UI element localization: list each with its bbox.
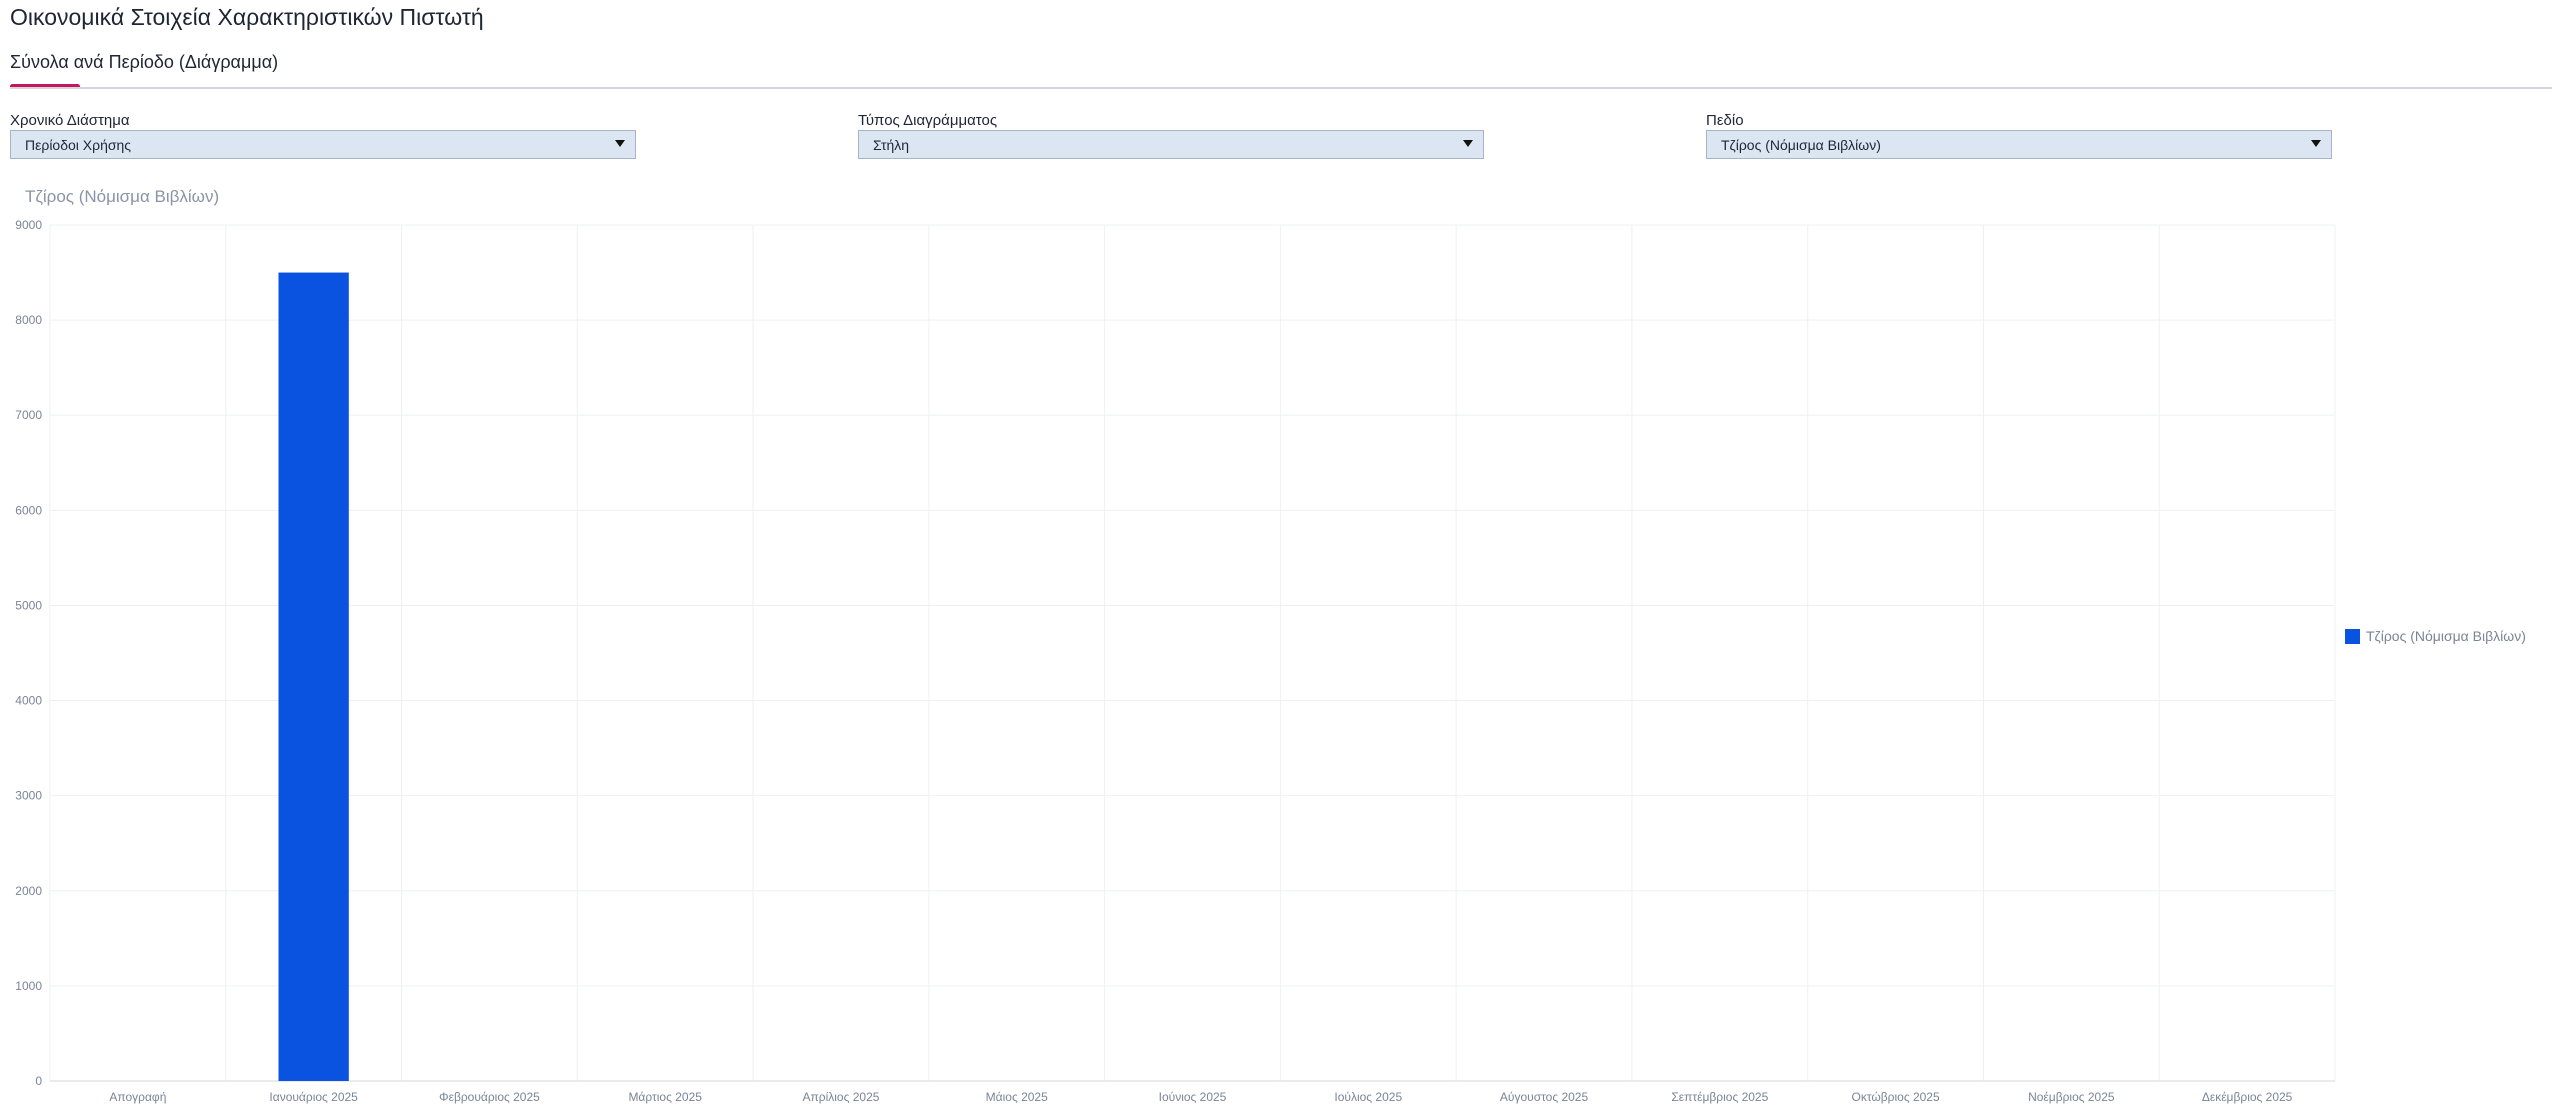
- chart-type-label: Τύπος Διαγράμματος: [858, 112, 998, 129]
- period-select-value: Περίοδοι Χρήσης: [25, 136, 132, 153]
- chart-legend: Τζίρος (Νόμισμα Βιβλίων): [2345, 628, 2526, 644]
- page-title: Οικονομικά Στοιχεία Χαρακτηριστικών Πιστ…: [10, 4, 484, 30]
- y-tick-label: 5000: [15, 598, 42, 612]
- y-tick-label: 7000: [15, 408, 42, 422]
- caret-down-icon: [1463, 140, 1473, 147]
- caret-down-icon: [615, 140, 625, 147]
- y-tick-label: 0: [35, 1074, 42, 1088]
- field-select[interactable]: Τζίρος (Νόμισμα Βιβλίων): [1706, 130, 2332, 159]
- x-tick-label: Αύγουστος 2025: [1500, 1090, 1589, 1104]
- x-tick-label: Φεβρουάριος 2025: [439, 1090, 540, 1104]
- y-tick-label: 1000: [15, 979, 42, 993]
- x-tick-label: Ιούλιος 2025: [1334, 1090, 1402, 1104]
- chart-title: Τζίρος (Νόμισμα Βιβλίων): [25, 187, 219, 206]
- caret-down-icon: [2311, 140, 2321, 147]
- y-tick-label: 6000: [15, 503, 42, 517]
- chart-type-select-value: Στήλη: [873, 136, 910, 153]
- y-tick-label: 8000: [15, 313, 42, 327]
- bar: [278, 272, 349, 1081]
- legend-swatch: [2345, 628, 2360, 644]
- x-tick-label: Ιούνιος 2025: [1159, 1090, 1227, 1104]
- bar-chart: Τζίρος (Νόμισμα Βιβλίων) 0 1000 2000 3000 400…: [15, 187, 2336, 1104]
- y-tick-label: 2000: [15, 884, 42, 898]
- field-select-value: Τζίρος (Νόμισμα Βιβλίων): [1721, 136, 1881, 153]
- x-tick-label: Απρίλιος 2025: [802, 1090, 879, 1104]
- period-label: Χρονικό Διάστημα: [10, 112, 130, 129]
- x-tick-label: Νοέμβριος 2025: [2028, 1090, 2115, 1104]
- tab-totals-per-period[interactable]: Σύνολα ανά Περίοδο (Διάγραμμα): [10, 52, 278, 73]
- x-tick-label: Μάρτιος 2025: [628, 1090, 702, 1104]
- x-tick-label: Οκτώβριος 2025: [1851, 1090, 1939, 1104]
- y-tick-label: 4000: [15, 694, 42, 708]
- x-tick-label: Ιανουάριος 2025: [269, 1090, 358, 1104]
- x-tick-label: Δεκέμβριος 2025: [2202, 1090, 2293, 1104]
- y-tick-label: 9000: [15, 218, 42, 232]
- field-label: Πεδίο: [1706, 112, 1744, 129]
- x-tick-label: Απογραφή: [109, 1090, 166, 1104]
- x-tick-label: Μάιος 2025: [986, 1090, 1048, 1104]
- y-tick-label: 3000: [15, 789, 42, 803]
- period-select[interactable]: Περίοδοι Χρήσης: [10, 130, 636, 159]
- x-tick-label: Σεπτέμβριος 2025: [1671, 1090, 1768, 1104]
- chart-type-select[interactable]: Στήλη: [858, 130, 1484, 159]
- legend-label: Τζίρος (Νόμισμα Βιβλίων): [2366, 628, 2526, 644]
- tab-divider: [10, 87, 2552, 89]
